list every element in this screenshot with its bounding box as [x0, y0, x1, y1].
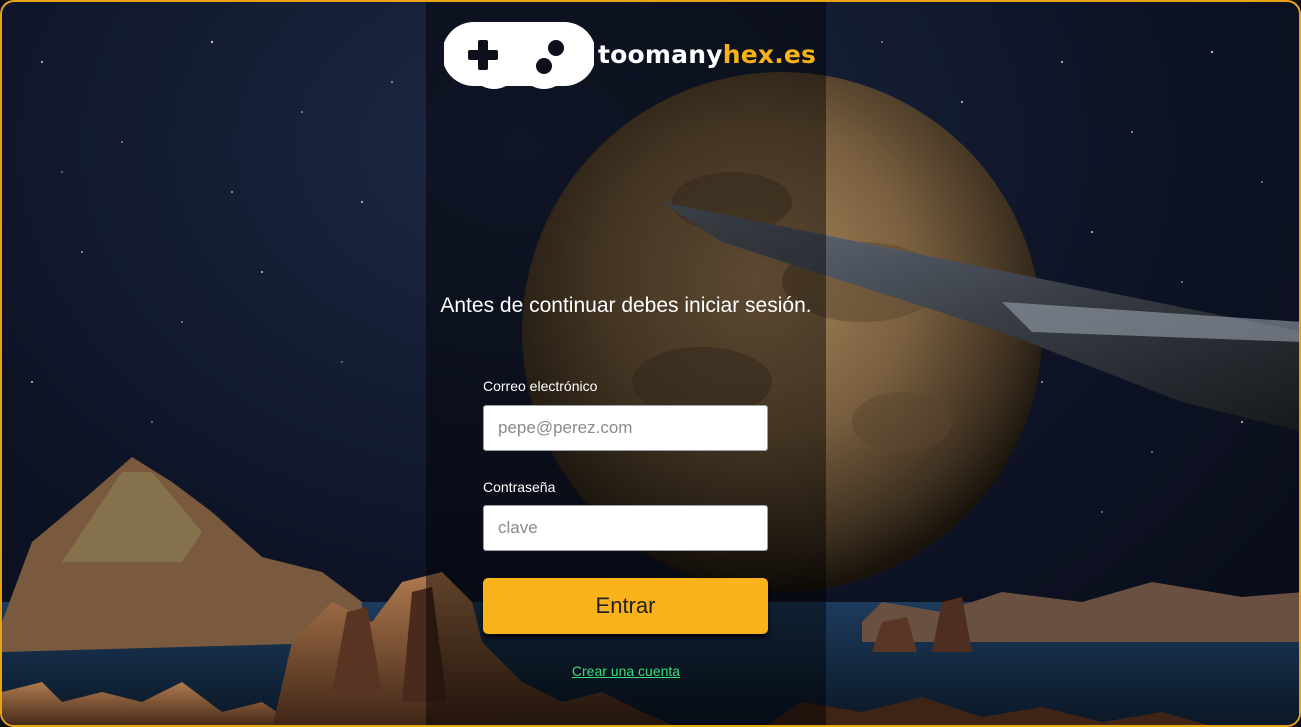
create-account-link[interactable]: Crear una cuenta [426, 663, 826, 679]
brand-name-part2: hex.es [722, 40, 817, 69]
brand-name[interactable]: toomanyhex.es [598, 40, 816, 69]
brand-name-part1: toomany [598, 40, 723, 69]
email-label: Correo electrónico [483, 378, 598, 394]
login-submit-button[interactable]: Entrar [483, 578, 768, 634]
email-input[interactable] [483, 405, 768, 451]
password-input[interactable] [483, 505, 768, 551]
gamepad-icon [444, 22, 594, 89]
password-label: Contraseña [483, 479, 556, 495]
login-intro-text: Antes de continuar debes iniciar sesión. [440, 294, 812, 317]
login-page: toomanyhex.es Antes de continuar debes i… [0, 0, 1301, 727]
